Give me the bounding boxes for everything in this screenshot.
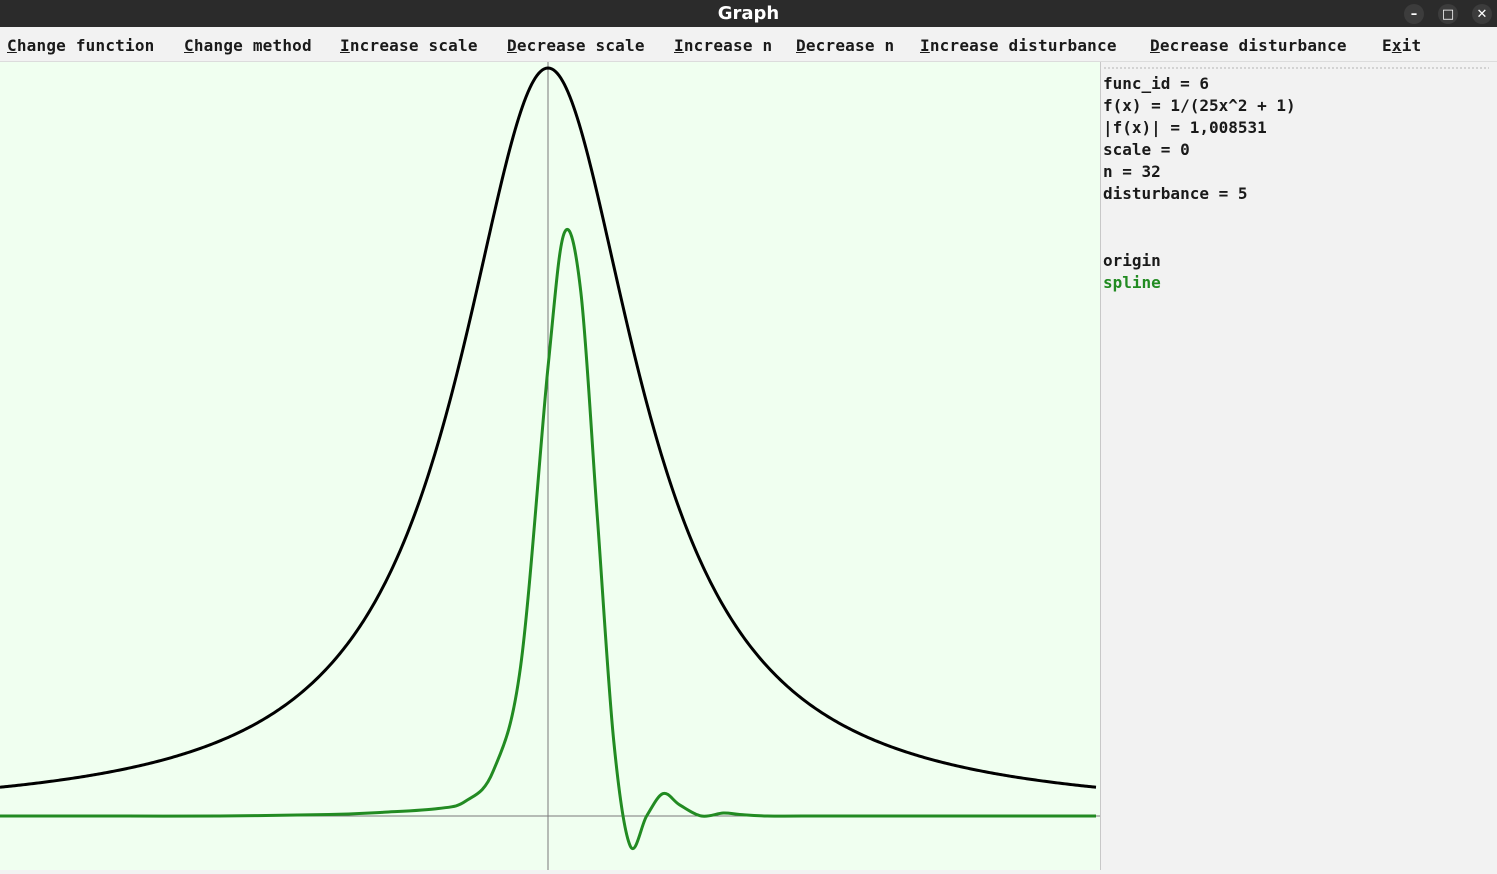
menu-decrease-disturbance[interactable]: Decrease disturbance xyxy=(1150,36,1347,55)
plot-svg xyxy=(0,62,1100,870)
graph-canvas[interactable] xyxy=(0,62,1100,870)
menu-change-method[interactable]: Change method xyxy=(184,36,312,55)
menu-increase-n[interactable]: Increase n xyxy=(674,36,772,55)
window-title: Graph xyxy=(717,3,780,24)
panel-top-dots xyxy=(1103,66,1489,70)
n-label: n = 32 xyxy=(1103,162,1161,181)
disturbance-label: disturbance = 5 xyxy=(1103,184,1248,203)
window-titlebar: Graph – □ ✕ xyxy=(0,0,1497,27)
legend-origin: origin xyxy=(1103,251,1161,270)
scale-label: scale = 0 xyxy=(1103,140,1190,159)
legend-spline: spline xyxy=(1103,273,1161,292)
maximize-icon[interactable]: □ xyxy=(1438,4,1458,24)
menu-decrease-scale[interactable]: Decrease scale xyxy=(507,36,645,55)
func-id-label: func_id = 6 xyxy=(1103,74,1209,93)
menu-change-function[interactable]: Change function xyxy=(7,36,155,55)
menu-bar: Change function Change method Increase s… xyxy=(0,27,1497,62)
formula-label: f(x) = 1/(25x^2 + 1) xyxy=(1103,96,1296,115)
minimize-icon[interactable]: – xyxy=(1404,4,1424,24)
menu-exit[interactable]: Exit xyxy=(1382,36,1421,55)
menu-increase-scale[interactable]: Increase scale xyxy=(340,36,478,55)
info-panel: func_id = 6 f(x) = 1/(25x^2 + 1) |f(x)| … xyxy=(1101,62,1497,870)
norm-label: |f(x)| = 1,008531 xyxy=(1103,118,1267,137)
menu-increase-disturbance[interactable]: Increase disturbance xyxy=(920,36,1117,55)
close-icon[interactable]: ✕ xyxy=(1472,4,1492,24)
menu-decrease-n[interactable]: Decrease n xyxy=(796,36,894,55)
